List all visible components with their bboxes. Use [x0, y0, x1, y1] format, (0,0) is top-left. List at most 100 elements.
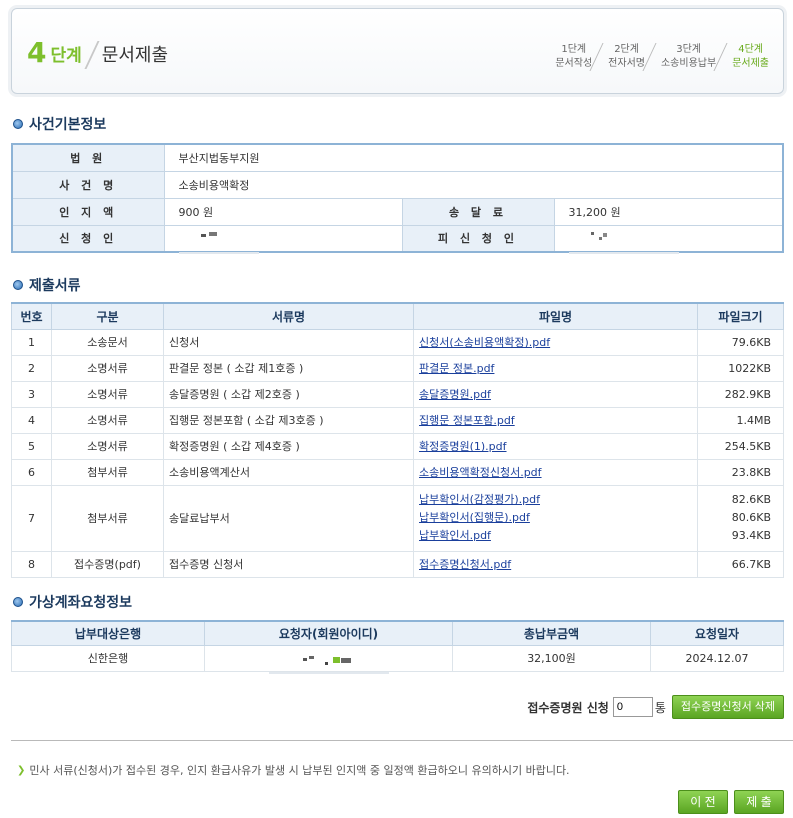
doc-sizes: 1022KB [697, 354, 784, 382]
doc-type: 접수증명(pdf) [51, 550, 164, 578]
table-row: 2 소명서류 판결문 정본 ( 소갑 제1호증 ) 판결문 정본.pdf 1022KB [11, 354, 784, 382]
redacted-respondent [568, 231, 679, 254]
section-title-text: 사건기본정보 [29, 117, 107, 133]
step-progress: 1단계 문서작성 2단계 전자서명 3단계 소송비용납부 4단계 문서제출 [545, 43, 775, 71]
stamp-label: 인 지 액 [11, 197, 165, 226]
bottom-buttons: 이 전 제 출 [672, 790, 784, 814]
doc-sizes: 282.9KB [697, 380, 784, 408]
submit-button[interactable]: 제 출 [734, 790, 784, 814]
col-header-bank: 납부대상은행 [11, 620, 205, 646]
date-value: 2024.12.07 [650, 644, 784, 672]
doc-no: 5 [11, 432, 52, 460]
step-item-3: 3단계 소송비용납부 [642, 43, 722, 71]
doc-no: 8 [11, 550, 52, 578]
file-size: 82.6KB [731, 493, 771, 506]
table-row: 8 접수증명(pdf) 접수증명 신청서 접수증명신청서.pdf 66.7KB [11, 550, 784, 578]
virtual-account-title: 가상계좌요청정보 [13, 592, 132, 612]
bank-value: 신한은행 [11, 644, 205, 672]
step-item-name: 소송비용납부 [660, 58, 717, 69]
section-title-text: 제출서류 [29, 278, 81, 294]
court-value: 부산지법동부지원 [163, 143, 784, 172]
file-link[interactable]: 접수증명신청서.pdf [419, 558, 511, 571]
step-number: 4 [27, 36, 47, 69]
prev-button[interactable]: 이 전 [678, 790, 728, 814]
case-name-value: 소송비용액확정 [163, 170, 784, 199]
bullet-icon [13, 597, 23, 607]
delivery-label: 송 달 료 [401, 197, 555, 226]
documents-table: 번호 구분 서류명 파일명 파일크기 1 소송문서 신청서 신청서(소송비용액확정).… [11, 302, 784, 578]
table-row: 신한은행 32,100원 2024.12.07 [11, 644, 784, 674]
doc-sizes: 1.4MB [697, 406, 784, 434]
redacted-applicant [178, 231, 259, 254]
file-link[interactable]: 판결문 정본.pdf [419, 362, 494, 375]
file-size: 80.6KB [731, 511, 771, 524]
receipt-count-input[interactable] [612, 697, 653, 717]
doc-name: 집행문 정본포함 ( 소갑 제3호증 ) [163, 406, 414, 434]
step-item-num: 2단계 [614, 44, 639, 55]
section-title-text: 가상계좌요청정보 [29, 595, 133, 611]
file-size: 79.6KB [731, 335, 771, 349]
col-header-name: 서류명 [163, 302, 414, 330]
col-header-date: 요청일자 [650, 620, 784, 646]
file-link[interactable]: 납부확인서.pdf [419, 529, 491, 542]
doc-type: 첨부서류 [51, 484, 164, 552]
doc-name: 판결문 정본 ( 소갑 제1호증 ) [163, 354, 414, 382]
step-item-num: 1단계 [561, 44, 587, 55]
file-size: 282.9KB [724, 387, 771, 401]
file-link[interactable]: 소송비용액확정신청서.pdf [419, 466, 542, 479]
step-header: 4 단계 문서제출 1단계 문서작성 2단계 전자서명 3단계 소송비용납부 4… [11, 8, 784, 94]
amount-value: 32,100원 [452, 644, 651, 672]
bullet-icon [13, 119, 23, 129]
file-link[interactable]: 집행문 정본포함.pdf [419, 414, 515, 427]
file-link[interactable]: 납부확인서(감정평가).pdf [419, 493, 540, 506]
applicant-value [163, 224, 403, 254]
doc-files: 접수증명신청서.pdf [413, 550, 698, 578]
file-link[interactable]: 확정증명원(1).pdf [419, 440, 507, 453]
doc-type: 소명서류 [51, 432, 164, 460]
file-size: 254.5KB [724, 439, 771, 453]
receipt-label: 접수증명원 신청 [527, 700, 609, 715]
step-item-name: 문서제출 [732, 58, 769, 69]
court-label: 법 원 [11, 143, 165, 172]
file-link[interactable]: 송달증명원.pdf [419, 388, 491, 401]
doc-sizes: 23.8KB [697, 458, 784, 486]
file-link[interactable]: 신청서(소송비용액확정).pdf [419, 336, 550, 349]
doc-files: 신청서(소송비용액확정).pdf [413, 328, 698, 356]
doc-name: 신청서 [163, 328, 414, 356]
doc-type: 소명서류 [51, 380, 164, 408]
doc-files: 판결문 정본.pdf [413, 354, 698, 382]
doc-no: 6 [11, 458, 52, 486]
col-header-type: 구분 [51, 302, 164, 330]
step-item-4: 4단계 문서제출 [713, 43, 775, 71]
doc-type: 첨부서류 [51, 458, 164, 486]
col-header-file: 파일명 [413, 302, 698, 330]
doc-files: 납부확인서(감정평가).pdf 납부확인서(집행문).pdf 납부확인서.pdf [413, 484, 698, 552]
step-item-num: 3단계 [676, 44, 701, 55]
doc-sizes: 82.6KB 80.6KB 93.4KB [697, 484, 784, 552]
col-header-no: 번호 [11, 302, 52, 330]
table-row: 7 첨부서류 송달료납부서 납부확인서(감정평가).pdf 납부확인서(집행문).pdf… [11, 484, 784, 552]
bullet-icon [13, 280, 23, 290]
file-size: 1022KB [728, 361, 771, 375]
file-size: 66.7KB [731, 557, 771, 571]
receipt-unit: 통 [654, 700, 666, 715]
col-header-size: 파일크기 [697, 302, 784, 330]
divider [11, 740, 793, 741]
case-info-table: 법 원 부산지법동부지원 사 건 명 소송비용액확정 인 지 액 900 원 송… [11, 143, 784, 254]
doc-type: 소명서류 [51, 354, 164, 382]
file-size: 1.4MB [736, 413, 771, 427]
doc-sizes: 254.5KB [697, 432, 784, 460]
notice-text: 민사 서류(신청서)가 접수된 경우, 인지 환급사유가 발생 시 납부된 인지… [29, 764, 570, 777]
step-label: 단계 [50, 46, 82, 66]
case-info-title: 사건기본정보 [13, 114, 106, 134]
doc-name: 접수증명 신청서 [163, 550, 414, 578]
respondent-value [553, 224, 784, 254]
file-link[interactable]: 납부확인서(집행문).pdf [419, 511, 530, 524]
delete-receipt-button[interactable]: 접수증명신청서 삭제 [671, 695, 784, 719]
receipt-request: 접수증명원 신청 통 접수증명신청서 삭제 [527, 695, 784, 719]
doc-sizes: 79.6KB [697, 328, 784, 356]
doc-name: 송달료납부서 [163, 484, 414, 552]
step-item-name: 전자서명 [608, 58, 645, 69]
doc-files: 소송비용액확정신청서.pdf [413, 458, 698, 486]
arrow-right-icon: ❯ [17, 764, 26, 776]
